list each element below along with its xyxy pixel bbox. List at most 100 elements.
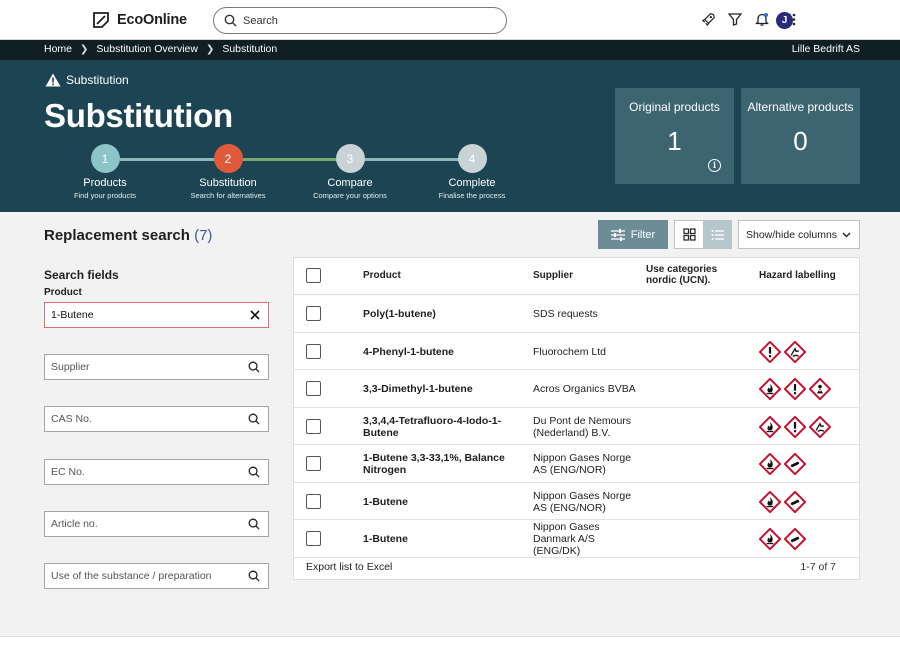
table-row[interactable]: 1-Butene Nippon Gases Norge AS (ENG/NOR) xyxy=(294,483,859,520)
section-label: Substitution xyxy=(45,73,129,87)
product-name[interactable]: 1-Butene xyxy=(363,496,513,508)
global-search[interactable] xyxy=(213,7,507,34)
ec-field[interactable] xyxy=(44,459,269,485)
results-title: Replacement search (7) xyxy=(44,227,213,244)
step-desc: Finalise the process xyxy=(438,191,506,200)
table-row[interactable]: 4-Phenyl-1-butene Fluorochem Ltd xyxy=(294,333,859,370)
breadcrumb-substitution: Substitution xyxy=(222,43,278,55)
pagination-info: 1-7 of 7 xyxy=(800,561,836,573)
hero-banner: Substitution Substitution 1 Products Fin… xyxy=(0,60,900,212)
table-row[interactable]: 3,3,4,4-Tetrafluoro-4-Iodo-1-Butene Du Po… xyxy=(294,408,859,445)
column-header-supplier[interactable]: Supplier xyxy=(533,270,573,281)
row-checkbox[interactable] xyxy=(306,306,321,321)
product-name[interactable]: 1-Butene 3,3-33,1%, Balance Nitrogen xyxy=(363,452,513,476)
hazard-pictograms xyxy=(759,378,831,400)
search-input[interactable] xyxy=(243,14,483,27)
table-row[interactable]: 3,3-Dimethyl-1-butene Acros Organics BVBA xyxy=(294,370,859,408)
row-checkbox[interactable] xyxy=(306,381,321,396)
cas-field[interactable] xyxy=(44,406,269,432)
original-products-card[interactable]: Original products 1 i xyxy=(615,88,734,184)
article-field[interactable] xyxy=(44,511,269,537)
hazard-pictograms xyxy=(759,528,806,550)
step-compare[interactable]: 3 Compare Compare your options xyxy=(300,144,400,200)
step-number: 1 xyxy=(90,144,120,173)
step-label: Products xyxy=(83,177,127,189)
results-table: Product Supplier Use categories nordic (… xyxy=(293,257,860,580)
ec-input[interactable] xyxy=(51,466,241,478)
row-checkbox[interactable] xyxy=(306,456,321,471)
supplier-name: Acros Organics BVBA xyxy=(533,383,636,395)
product-name[interactable]: 1-Butene xyxy=(363,533,513,545)
article-input[interactable] xyxy=(51,518,241,530)
show-hide-columns-dropdown[interactable]: Show/hide columns xyxy=(738,220,860,249)
product-name[interactable]: Poly(1-butene) xyxy=(363,308,513,320)
clear-icon[interactable] xyxy=(250,310,260,320)
step-label: Substitution xyxy=(199,177,257,189)
table-row[interactable]: 1-Butene Nippon Gases Danmark A/S (ENG/DK… xyxy=(294,520,859,558)
bell-icon[interactable] xyxy=(754,11,770,27)
product-name[interactable]: 3,3,4,4-Tetrafluoro-4-Iodo-1-Butene xyxy=(363,415,513,439)
step-desc: Search for alternatives xyxy=(190,191,266,200)
hazard-flame-icon xyxy=(759,453,781,475)
rocket-icon[interactable] xyxy=(700,11,716,27)
user-avatar[interactable]: J xyxy=(776,12,793,29)
alternative-products-card[interactable]: Alternative products 0 xyxy=(741,88,860,184)
breadcrumb-substitution-overview[interactable]: Substitution Overview xyxy=(96,43,198,55)
hazard-flame-icon xyxy=(759,528,781,550)
hazard-environment-icon xyxy=(809,415,831,438)
select-all-checkbox[interactable] xyxy=(306,268,321,283)
product-name[interactable]: 3,3-Dimethyl-1-butene xyxy=(363,383,513,395)
sliders-icon xyxy=(610,228,625,241)
search-icon[interactable] xyxy=(248,361,260,373)
use-of-substance-input[interactable] xyxy=(51,570,241,582)
row-checkbox[interactable] xyxy=(306,493,321,509)
column-header-hazard-labelling[interactable]: Hazard labelling xyxy=(759,270,836,281)
search-icon xyxy=(224,14,237,27)
supplier-name: SDS requests xyxy=(533,308,598,320)
table-row[interactable]: Poly(1-butene) SDS requests xyxy=(294,295,859,333)
logo[interactable]: EcoOnline xyxy=(91,10,187,30)
warning-icon xyxy=(45,73,61,87)
grid-view-icon[interactable] xyxy=(675,221,703,248)
supplier-field[interactable] xyxy=(44,354,269,380)
results-count: (7) xyxy=(194,227,213,244)
search-icon[interactable] xyxy=(248,466,260,478)
stat-value: 1 xyxy=(667,126,682,156)
logo-text: EcoOnline xyxy=(117,12,187,28)
page-footer-strip xyxy=(0,636,900,650)
step-label: Complete xyxy=(448,177,496,189)
product-field[interactable] xyxy=(44,302,269,328)
breadcrumb-bar: Home ❯ Substitution Overview ❯ Substitut… xyxy=(0,40,900,60)
supplier-name: Fluorochem Ltd xyxy=(533,345,606,358)
search-icon[interactable] xyxy=(248,570,260,582)
row-checkbox[interactable] xyxy=(306,418,321,434)
breadcrumb-home[interactable]: Home xyxy=(44,43,72,55)
product-name[interactable]: 4-Phenyl-1-butene xyxy=(363,346,513,358)
column-header-product[interactable]: Product xyxy=(363,270,401,281)
hazard-gas-cylinder-icon xyxy=(784,490,806,513)
progress-stepper: 1 Products Find your products 2 Substitu… xyxy=(70,144,540,204)
company-name[interactable]: Lille Bedrift AS xyxy=(792,43,860,55)
use-of-substance-field[interactable] xyxy=(44,563,269,589)
step-products[interactable]: 1 Products Find your products xyxy=(55,144,155,200)
step-substitution[interactable]: 2 Substitution Search for alternatives xyxy=(178,144,278,200)
export-excel-link[interactable]: Export list to Excel xyxy=(306,561,392,573)
chevron-right-icon: ❯ xyxy=(205,43,215,55)
hazard-gas-cylinder-icon xyxy=(784,453,806,475)
product-input[interactable] xyxy=(51,309,241,321)
stat-label: Original products xyxy=(629,100,720,114)
step-desc: Compare your options xyxy=(313,191,387,200)
info-icon[interactable]: i xyxy=(708,159,721,172)
supplier-input[interactable] xyxy=(51,361,241,373)
filter-icon[interactable] xyxy=(727,11,743,27)
cas-input[interactable] xyxy=(51,413,241,425)
step-complete[interactable]: 4 Complete Finalise the process xyxy=(422,144,522,200)
row-checkbox[interactable] xyxy=(306,343,321,359)
row-checkbox[interactable] xyxy=(306,531,321,546)
list-view-icon[interactable] xyxy=(703,221,731,248)
search-icon[interactable] xyxy=(248,518,260,530)
table-row[interactable]: 1-Butene 3,3-33,1%, Balance Nitrogen Nipp… xyxy=(294,445,859,483)
column-header-use-categories[interactable]: Use categories nordic (UCN). xyxy=(646,264,736,286)
filter-button[interactable]: Filter xyxy=(598,220,668,249)
search-icon[interactable] xyxy=(248,413,260,425)
